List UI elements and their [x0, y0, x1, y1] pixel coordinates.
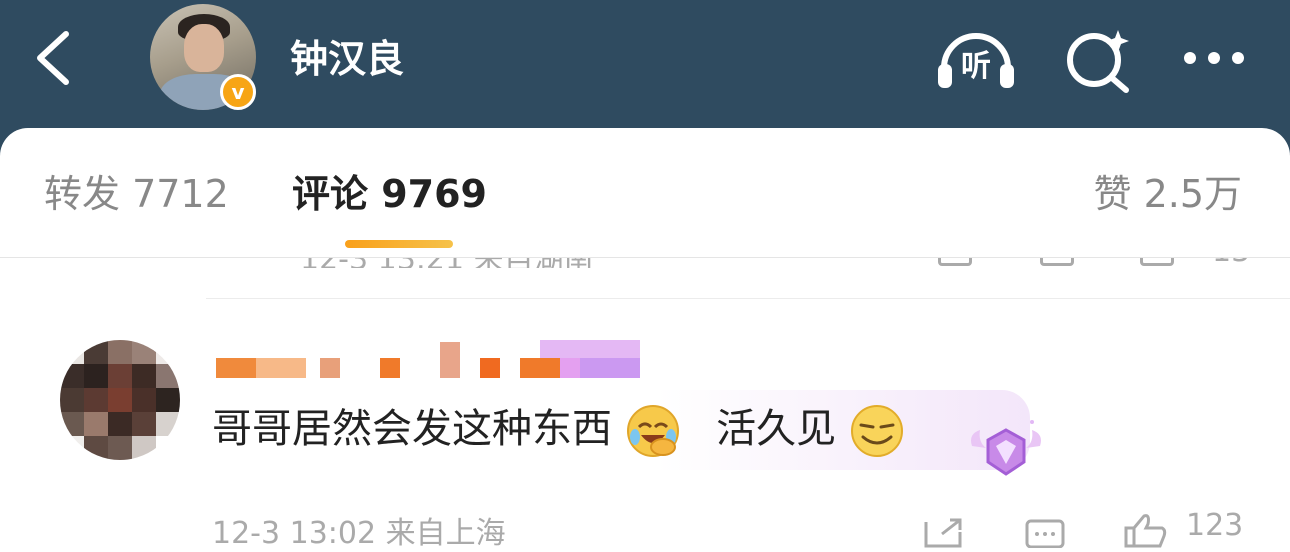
laughing-crying-emoji — [626, 405, 679, 457]
listen-icon[interactable]: 听 — [936, 24, 1016, 94]
comment-meta: 12-3 13:02 来自上海 — [212, 516, 506, 551]
like-count: 123 — [1186, 508, 1244, 543]
more-icon[interactable] — [1180, 24, 1260, 94]
diamond-wings-icon — [971, 420, 1041, 476]
comment-text-part-2: 活久见 — [716, 406, 837, 452]
author-name[interactable]: 钟汉良 — [290, 34, 404, 84]
comments-panel: 转发 7712 评论 9769 赞 2.5万 12-3 13:21 来自湖南 1… — [0, 128, 1290, 551]
previous-comment-footer: 12-3 13:21 来自湖南 13 — [0, 258, 1290, 268]
tab-like[interactable]: 赞 2.5万 — [1093, 168, 1242, 220]
like-icon[interactable] — [1122, 512, 1168, 548]
share-icon[interactable] — [938, 258, 972, 266]
author-avatar[interactable]: v — [150, 4, 260, 114]
active-tab-indicator — [345, 240, 453, 248]
commenter-avatar[interactable] — [60, 340, 180, 460]
commenter-name-obscured[interactable] — [216, 340, 646, 380]
comment-text-part-1: 哥哥居然会发这种东西 — [212, 406, 612, 452]
chevron-left-icon[interactable] — [30, 28, 82, 88]
previous-like-count: 13 — [1212, 258, 1250, 268]
like-icon[interactable] — [1140, 258, 1174, 266]
tab-bar: 转发 7712 评论 9769 赞 2.5万 — [0, 128, 1290, 258]
search-icon[interactable] — [1060, 24, 1140, 94]
comment-separator — [206, 298, 1290, 299]
comment-text[interactable]: 哥哥居然会发这种东西 活久见 — [212, 400, 905, 459]
tab-repost[interactable]: 转发 7712 — [44, 168, 229, 220]
comment-icon[interactable] — [1024, 518, 1066, 548]
comment-icon[interactable] — [1040, 258, 1074, 266]
share-icon[interactable] — [922, 518, 964, 548]
smug-smile-emoji — [850, 405, 903, 457]
verified-badge-icon: v — [220, 74, 256, 110]
previous-comment-meta: 12-3 13:21 来自湖南 — [300, 258, 594, 268]
tab-comment[interactable]: 评论 9769 — [292, 168, 487, 220]
svg-text:听: 听 — [961, 49, 991, 84]
